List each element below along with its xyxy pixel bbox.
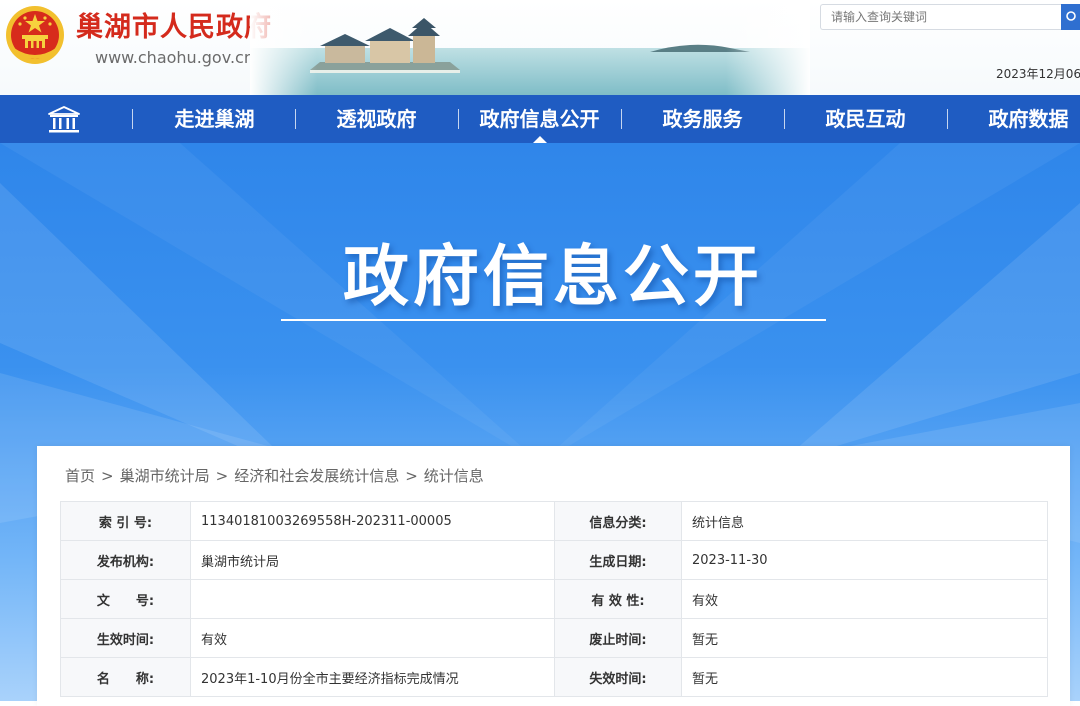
info-category-value: 统计信息	[681, 501, 1048, 541]
publisher-value: 巢湖市统计局	[190, 540, 555, 580]
table-row: 文 号: 有 效 性: 有效	[60, 579, 1048, 619]
nav-separator	[458, 109, 459, 129]
document-info-table: 索 引 号: 11340181003269558H-202311-00005 信…	[60, 501, 1048, 697]
table-row: 生效时间: 有效 废止时间: 暂无	[60, 618, 1048, 658]
nav-separator	[947, 109, 948, 129]
home-building-icon	[48, 106, 80, 133]
national-emblem-icon[interactable]	[4, 4, 66, 66]
nav-item-government-data[interactable]: 政府数据	[952, 95, 1080, 143]
breadcrumb-statistics-info[interactable]: 统计信息	[424, 467, 484, 485]
content-panel: 首页 > 巢湖市统计局 > 经济和社会发展统计信息 > 统计信息 索 引 号: 113401…	[37, 446, 1070, 706]
table-row: 发布机构: 巢湖市统计局 生成日期: 2023-11-30	[60, 540, 1048, 580]
expiry-time-label: 失效时间:	[554, 657, 682, 697]
nav-item-toushi-zhengfu[interactable]: 透视政府	[300, 95, 453, 143]
active-nav-indicator	[533, 136, 547, 143]
nav-separator	[621, 109, 622, 129]
lake-scenery-image	[250, 0, 810, 95]
search-icon	[1066, 11, 1076, 21]
validity-value: 有效	[681, 579, 1048, 619]
publisher-label: 发布机构:	[60, 540, 191, 580]
nav-item-government-services[interactable]: 政务服务	[626, 95, 779, 143]
repeal-time-value: 暂无	[681, 618, 1048, 658]
site-title[interactable]: 巢湖市人民政府	[76, 13, 272, 43]
effective-time-label: 生效时间:	[60, 618, 191, 658]
document-title-label: 名 称:	[60, 657, 191, 697]
index-number-value: 11340181003269558H-202311-00005	[190, 501, 555, 541]
document-number-label: 文 号:	[60, 579, 191, 619]
document-number-value	[190, 579, 555, 619]
repeal-time-label: 废止时间:	[554, 618, 682, 658]
nav-item-public-interaction[interactable]: 政民互动	[789, 95, 942, 143]
nav-separator	[295, 109, 296, 129]
nav-separator	[784, 109, 785, 129]
site-url: www.chaohu.gov.cn	[95, 48, 254, 67]
breadcrumb-home[interactable]: 首页	[65, 467, 95, 485]
breadcrumb: 首页 > 巢湖市统计局 > 经济和社会发展统计信息 > 统计信息	[65, 466, 484, 486]
nav-separator	[132, 109, 133, 129]
banner-underline	[281, 319, 826, 321]
table-row: 名 称: 2023年1-10月份全市主要经济指标完成情况 失效时间: 暂无	[60, 657, 1048, 697]
nav-home-link[interactable]	[40, 105, 88, 135]
search-button[interactable]	[1061, 4, 1080, 30]
current-date: 2023年12月06	[996, 67, 1080, 81]
breadcrumb-separator: >	[215, 467, 229, 485]
breadcrumb-statistics-bureau[interactable]: 巢湖市统计局	[120, 467, 210, 485]
site-header: 巢湖市人民政府 www.chaohu.gov.cn 请输入查询关键词 2023年…	[0, 0, 1080, 95]
banner-title: 政府信息公开	[343, 238, 763, 315]
breadcrumb-economic-statistics[interactable]: 经济和社会发展统计信息	[234, 467, 399, 485]
created-date-value: 2023-11-30	[681, 540, 1048, 580]
breadcrumb-separator: >	[101, 467, 114, 485]
effective-time-value: 有效	[190, 618, 555, 658]
validity-label: 有 效 性:	[554, 579, 682, 619]
nav-item-zoujin-chaohu[interactable]: 走进巢湖	[138, 95, 291, 143]
index-number-label: 索 引 号:	[60, 501, 191, 541]
table-row: 索 引 号: 11340181003269558H-202311-00005 信…	[60, 501, 1048, 541]
info-category-label: 信息分类:	[554, 501, 682, 541]
expiry-time-value: 暂无	[681, 657, 1048, 697]
breadcrumb-separator: >	[405, 467, 418, 485]
search-input[interactable]	[820, 4, 1061, 30]
document-title-value: 2023年1-10月份全市主要经济指标完成情况	[190, 657, 555, 697]
created-date-label: 生成日期:	[554, 540, 682, 580]
